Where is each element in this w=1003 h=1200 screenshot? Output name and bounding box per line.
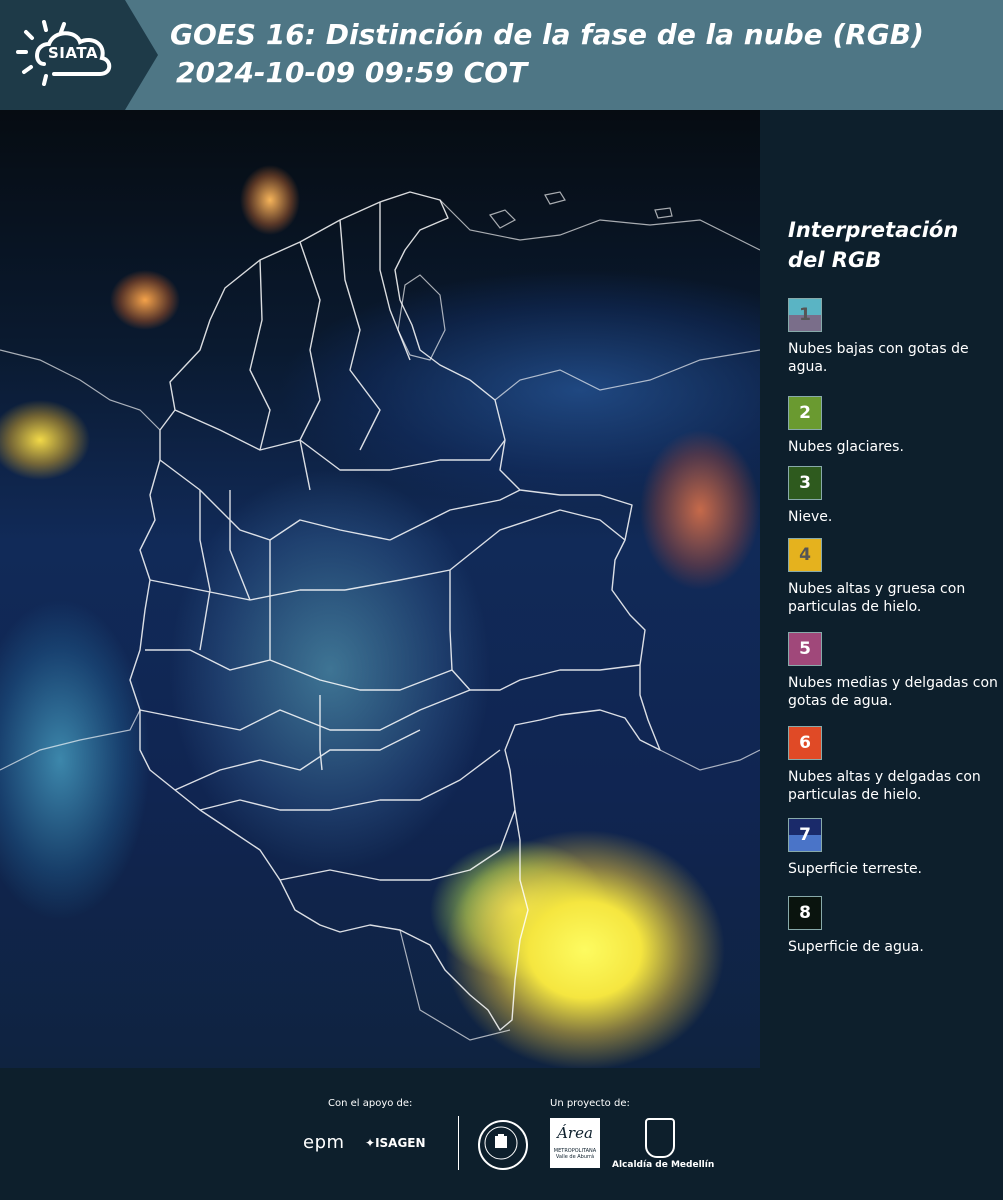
department-border [149,579,345,601]
country-border [129,191,661,1031]
legend-title-line-2: del RGB [788,248,882,272]
legend-label: Superficie de agua. [788,939,924,955]
epm-logo: epm [303,1132,345,1153]
legend-label: Nubes medias y delgadas con gotas de agu… [788,675,998,709]
legend-label: Nubes altas y gruesa con particulas de h… [788,581,966,615]
legend-item: 6 Nubes altas y delgadas con particulas d… [788,726,998,804]
legend-label: Superficie terreste. [788,861,923,877]
department-border [249,259,271,451]
area-logo-line-1: Área [557,1124,593,1142]
legend-swatch: 7 [788,818,822,852]
footer: Con el apoyo de: Un proyecto de: epm ✦IS… [0,1068,1003,1200]
legend-label: Nubes glaciares. [788,439,904,455]
legend-number: 1 [799,305,811,325]
legend-number: 2 [799,403,811,423]
legend-label: Nubes altas y delgadas con particulas de… [788,769,981,803]
department-border [229,490,251,601]
project-label: Un proyecto de: [550,1098,630,1109]
department-border [319,695,323,771]
siata-logo: SIATA [0,0,158,110]
legend-number: 8 [799,903,811,923]
isagen-logo: ✦ISAGEN [365,1136,426,1150]
footer-divider [458,1116,459,1170]
neighbor-border [659,749,760,771]
alcaldia-label: Alcaldía de Medellín [612,1160,715,1170]
department-border [279,809,516,881]
neighbor-border [494,349,760,401]
neighbor-border [439,199,760,251]
department-border [389,489,521,541]
legend-label: Nieve. [788,509,833,525]
neighbor-border [399,929,511,1041]
medellin-seal-icon [478,1120,528,1170]
legend-item: 2 Nubes glaciares. [788,396,998,456]
island-outline [544,191,566,205]
department-border [344,509,626,591]
logo-text: SIATA [48,44,99,62]
legend-number: 5 [799,639,811,659]
legend-panel: Interpretación del RGB [770,215,995,295]
legend-label: Nubes bajas con gotas de agua. [788,341,969,375]
legend-title-line-1: Interpretación [788,218,959,242]
island-outline [654,207,673,219]
legend-number: 6 [799,733,811,753]
legend-title: Interpretación del RGB [788,215,995,275]
legend-swatch: 3 [788,466,822,500]
legend-item: 1 Nubes bajas con gotas de agua. [788,298,998,376]
department-border [139,689,471,731]
support-label: Con el apoyo de: [328,1098,413,1109]
legend-swatch: 4 [788,538,822,572]
legend-swatch: 6 [788,726,822,760]
department-border [145,649,453,691]
neighbor-border [0,709,141,771]
boundaries-overlay [0,191,760,1041]
department-border [339,219,381,451]
department-border [199,749,501,811]
department-border [159,459,391,541]
legend-swatch: 8 [788,896,822,930]
department-border [174,729,421,791]
legend-number: 4 [799,545,811,565]
legend-item: 4 Nubes altas y gruesa con particulas de … [788,538,998,616]
legend-item: 7 Superficie terreste. [788,818,998,878]
isagen-label: ISAGEN [375,1136,426,1150]
department-border [379,202,411,361]
department-border [174,409,390,471]
area-metropolitana-logo: Área METROPOLITANA Valle de Aburrá [550,1118,600,1168]
alcaldia-crest-icon [645,1118,675,1158]
title-line-1: GOES 16: Distinción de la fase de la nub… [170,18,924,51]
legend-swatch: 2 [788,396,822,430]
neighbor-border [0,349,161,431]
legend-number: 7 [799,825,811,845]
satellite-map [0,110,760,1068]
isagen-star-icon: ✦ [365,1136,376,1150]
legend-item: 5 Nubes medias y delgadas con gotas de ag… [788,632,998,710]
legend-swatch: 1 [788,298,822,332]
department-border [389,439,506,471]
header-bar: SIATA GOES 16: Distinción de la fase de … [0,0,1003,110]
legend-swatch: 5 [788,632,822,666]
legend-item: 8 Superficie de agua. [788,896,998,956]
legend-number: 3 [799,473,811,493]
island-outline [489,209,516,229]
department-border [199,490,211,651]
title-line-2: 2024-10-09 09:59 COT [176,56,528,89]
page-title: GOES 16: Distinción de la fase de la nub… [170,16,924,92]
area-logo-line-3: Valle de Aburrá [555,1154,595,1160]
legend-item: 3 Nieve. [788,466,998,526]
